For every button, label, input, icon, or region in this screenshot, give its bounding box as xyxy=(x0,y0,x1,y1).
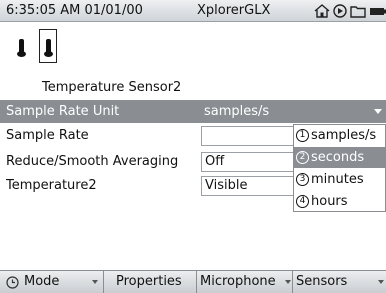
option-label: samples/s xyxy=(311,128,377,143)
dropdown-option-samples-per-second[interactable]: 1 samples/s xyxy=(294,125,385,146)
menu-arrow-icon xyxy=(378,280,384,284)
number-badge: 4 xyxy=(296,195,309,208)
property-label: Temperature2 xyxy=(6,178,97,193)
microphone-menu-label: Microphone xyxy=(200,274,276,289)
mode-menu[interactable]: Mode xyxy=(0,271,104,293)
status-bar: 6:35:05 AM 01/01/00 XplorerGLX xyxy=(0,0,386,22)
option-label: hours xyxy=(311,194,348,209)
properties-menu[interactable]: Properties xyxy=(104,271,197,293)
option-label: minutes xyxy=(311,172,364,187)
number-badge: 2 xyxy=(296,151,309,164)
play-icon[interactable] xyxy=(333,4,347,18)
clock-icon xyxy=(6,275,19,293)
dropdown-option-seconds[interactable]: 2 seconds xyxy=(294,147,385,168)
battery-icon xyxy=(369,4,386,18)
property-label: Sample Rate Unit xyxy=(6,104,120,119)
sample-rate-unit-dropdown[interactable]: 1 samples/s 2 seconds 3 minutes 4 hours xyxy=(293,124,386,212)
thermometer-icon xyxy=(16,39,26,57)
app-title: XplorerGLX xyxy=(197,3,271,18)
folder-icon[interactable] xyxy=(350,4,366,18)
sensor-label: Temperature Sensor2 xyxy=(42,80,182,95)
averaging-field[interactable]: Off xyxy=(201,152,294,172)
property-label: Sample Rate xyxy=(6,128,89,143)
sample-rate-field[interactable] xyxy=(201,126,294,146)
temperature2-visibility-field[interactable]: Visible xyxy=(201,176,294,196)
sensors-menu-label: Sensors xyxy=(296,274,348,289)
property-label: Reduce/Smooth Averaging xyxy=(6,154,179,169)
sensors-menu[interactable]: Sensors xyxy=(293,271,386,293)
dropdown-option-hours[interactable]: 4 hours xyxy=(294,191,385,212)
properties-menu-label: Properties xyxy=(116,274,182,289)
home-icon[interactable] xyxy=(314,4,330,18)
sample-rate-unit-select[interactable]: samples/s xyxy=(201,100,386,123)
menu-arrow-icon xyxy=(285,280,291,284)
number-badge: 1 xyxy=(296,129,309,142)
dropdown-arrow-icon[interactable] xyxy=(374,109,382,114)
property-row-sample-rate-unit[interactable]: Sample Rate Unit samples/s xyxy=(0,100,386,123)
menu-arrow-icon xyxy=(92,280,98,284)
dropdown-option-minutes[interactable]: 3 minutes xyxy=(294,169,385,190)
mode-menu-label: Mode xyxy=(24,274,60,289)
number-badge: 3 xyxy=(296,173,309,186)
option-label: seconds xyxy=(311,150,365,165)
sensor-icon-2[interactable] xyxy=(39,29,57,63)
bottom-menu-bar: Mode Properties Microphone Sensors xyxy=(0,270,386,293)
sensor-icon-1[interactable] xyxy=(12,29,30,63)
clock-readout: 6:35:05 AM 01/01/00 xyxy=(6,3,143,18)
thermometer-icon xyxy=(43,39,53,57)
microphone-menu[interactable]: Microphone xyxy=(197,271,293,293)
